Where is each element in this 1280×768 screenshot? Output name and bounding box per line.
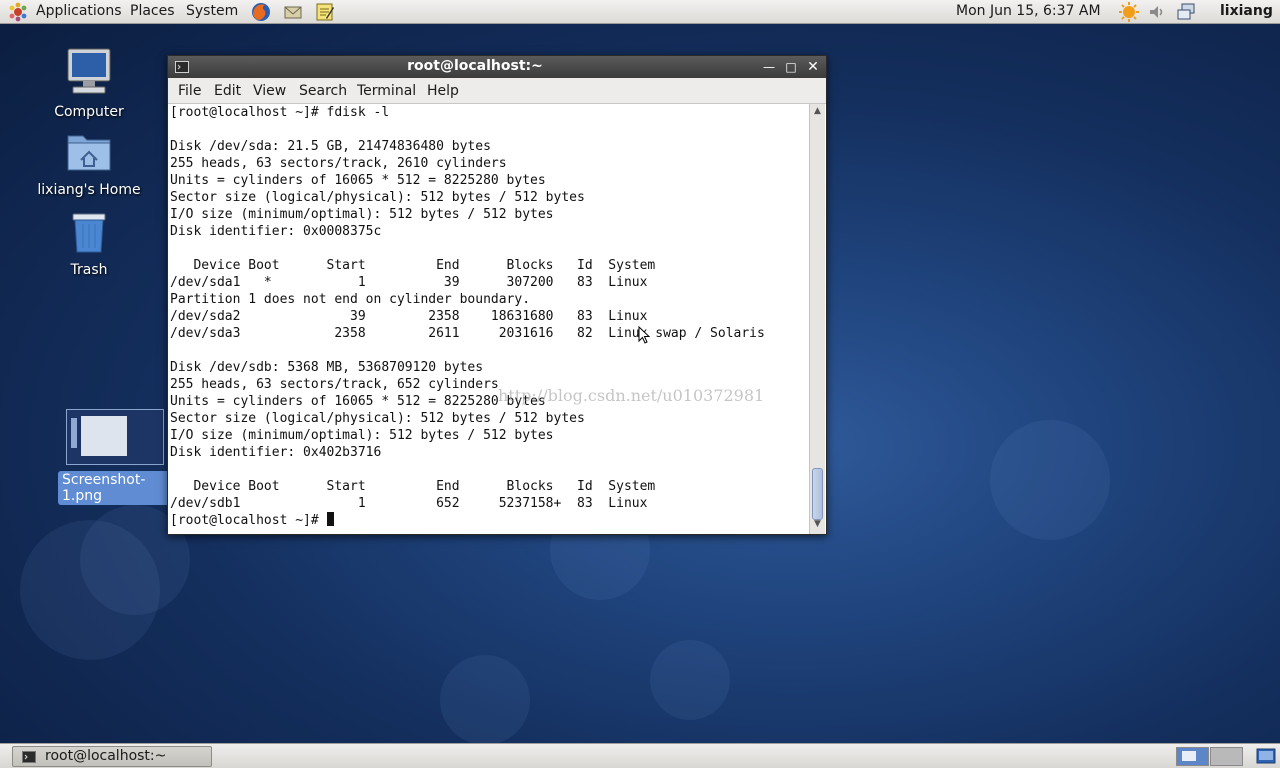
close-button[interactable]: ✕: [805, 59, 821, 75]
window-titlebar[interactable]: root@localhost:~ — □ ✕: [168, 56, 826, 78]
desktop-icon-label: Trash: [70, 262, 108, 278]
wallpaper-bokeh: [440, 655, 530, 745]
wallpaper-bokeh: [650, 640, 730, 720]
menu-view[interactable]: View: [253, 83, 286, 99]
watermark: http://blog.csdn.net/u010372981: [498, 386, 765, 405]
applications-menu[interactable]: Applications: [36, 3, 122, 19]
taskbar-item-terminal[interactable]: root@localhost:~: [12, 746, 212, 767]
computer-icon: [67, 48, 111, 94]
desktop-icon-computer[interactable]: Computer: [34, 46, 144, 120]
mail-icon[interactable]: [282, 1, 304, 23]
minimize-button[interactable]: —: [761, 59, 777, 75]
scroll-up-arrow-icon[interactable]: ▲: [810, 104, 825, 119]
terminal-window[interactable]: root@localhost:~ — □ ✕ File Edit View Se…: [167, 55, 827, 535]
system-menu[interactable]: System: [186, 3, 238, 19]
workspace-1[interactable]: [1176, 747, 1209, 766]
gnome-foot-icon: [9, 2, 27, 22]
desktop-icon-home[interactable]: lixiang's Home: [34, 128, 144, 198]
clock[interactable]: Mon Jun 15, 6:37 AM: [956, 3, 1101, 19]
network-icon[interactable]: [1176, 1, 1198, 23]
desktop-icon-label: lixiang's Home: [37, 182, 141, 198]
places-menu[interactable]: Places: [130, 3, 175, 19]
menu-file[interactable]: File: [178, 83, 201, 99]
maximize-button[interactable]: □: [783, 59, 799, 75]
home-folder-icon: [67, 135, 111, 171]
desktop-icon-trash[interactable]: Trash: [34, 208, 144, 278]
terminal-text: [root@localhost ~]# fdisk -l Disk /dev/s…: [170, 105, 765, 528]
window-title: root@localhost:~: [407, 58, 543, 74]
trash-icon: [72, 213, 106, 253]
firefox-icon[interactable]: [250, 1, 272, 23]
desktop-icon-label: Screenshot-1.png: [58, 471, 178, 505]
terminal-icon: [22, 751, 36, 763]
menu-edit[interactable]: Edit: [214, 83, 241, 99]
terminal-scrollbar[interactable]: ▲ ▼: [809, 104, 825, 534]
terminal-menubar: File Edit View Search Terminal Help: [168, 78, 826, 104]
show-desktop-icon[interactable]: [1256, 748, 1276, 766]
workspace-2[interactable]: [1210, 747, 1243, 766]
scroll-down-arrow-icon[interactable]: ▼: [810, 517, 825, 532]
text-cursor: [326, 512, 334, 526]
user-menu[interactable]: lixiang: [1220, 3, 1273, 19]
top-panel: Applications Places System Mon Jun 15, 6…: [0, 0, 1280, 24]
menu-terminal[interactable]: Terminal: [357, 83, 416, 99]
notes-icon[interactable]: [314, 1, 336, 23]
wallpaper-bokeh: [990, 420, 1110, 540]
terminal-output[interactable]: [root@localhost ~]# fdisk -l Disk /dev/s…: [170, 104, 808, 532]
taskbar-item-label: root@localhost:~: [45, 748, 167, 764]
desktop-icon-label: Computer: [54, 104, 124, 120]
menu-help[interactable]: Help: [427, 83, 459, 99]
desktop-icon-screenshot[interactable]: Screenshot-1.png: [58, 469, 178, 505]
update-icon[interactable]: [1118, 1, 1140, 23]
menu-search[interactable]: Search: [299, 83, 347, 99]
bottom-panel: root@localhost:~: [0, 743, 1280, 768]
volume-icon[interactable]: [1146, 1, 1168, 23]
mouse-pointer-icon: [638, 326, 650, 344]
image-thumbnail-icon[interactable]: [66, 409, 164, 465]
scrollbar-thumb[interactable]: [812, 468, 823, 520]
